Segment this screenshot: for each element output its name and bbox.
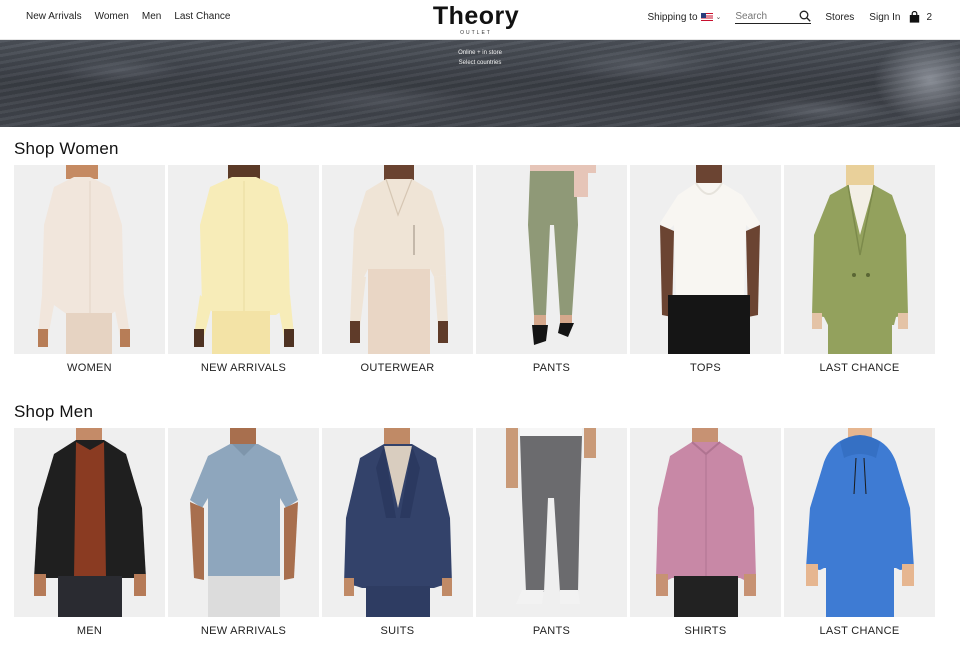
category-card-women-last-chance[interactable]: LAST CHANCE <box>784 165 935 374</box>
category-label: SUITS <box>380 625 415 637</box>
banner-line-2: Select countries <box>458 60 502 66</box>
category-card-men[interactable]: MEN <box>14 428 165 637</box>
category-image-men-new-arrivals <box>168 428 319 617</box>
category-image-women-new-arrivals <box>168 165 319 354</box>
nav-women[interactable]: Women <box>95 11 129 22</box>
category-card-suits[interactable]: SUITS <box>322 428 473 637</box>
category-card-outerwear[interactable]: OUTERWEAR <box>322 165 473 374</box>
logo-subtitle: OUTLET <box>460 30 492 36</box>
shipping-label: Shipping to <box>647 11 698 23</box>
category-card-men-pants[interactable]: PANTS <box>476 428 627 637</box>
category-image-men-pants <box>476 428 627 617</box>
category-image-women <box>14 165 165 354</box>
search-box <box>735 10 812 24</box>
banner-line-1: Online + in store <box>458 50 502 56</box>
category-label: TOPS <box>690 362 721 374</box>
shop-women-grid: WOMEN NEW ARRIVALS OUTERWEAR PANTS TOPS … <box>14 165 935 374</box>
site-header: New Arrivals Women Men Last Chance Theor… <box>0 0 960 40</box>
category-image-shirts <box>630 428 781 617</box>
category-label: NEW ARRIVALS <box>200 625 287 637</box>
category-card-men-new-arrivals[interactable]: NEW ARRIVALS <box>168 428 319 637</box>
category-image-women-pants <box>476 165 627 354</box>
shopping-bag-icon <box>910 11 920 23</box>
category-image-men-last-chance <box>784 428 935 617</box>
category-image-suits <box>322 428 473 617</box>
category-image-outerwear <box>322 165 473 354</box>
category-card-shirts[interactable]: SHIRTS <box>630 428 781 637</box>
shop-women-heading: Shop Women <box>14 139 119 158</box>
category-image-women-last-chance <box>784 165 935 354</box>
category-image-tops <box>630 165 781 354</box>
category-label: PANTS <box>532 362 571 374</box>
bag-count: 2 <box>926 11 932 23</box>
sign-in-link[interactable]: Sign In <box>869 12 900 23</box>
nav-men[interactable]: Men <box>142 11 161 22</box>
shop-men-heading: Shop Men <box>14 402 94 421</box>
category-card-women-new-arrivals[interactable]: NEW ARRIVALS <box>168 165 319 374</box>
category-label: LAST CHANCE <box>819 362 900 374</box>
search-input[interactable] <box>735 11 800 22</box>
category-card-women[interactable]: WOMEN <box>14 165 165 374</box>
shop-men-grid: MEN NEW ARRIVALS SUITS PANTS SHIRTS LAST… <box>14 428 935 637</box>
category-label: MEN <box>76 625 103 637</box>
category-label: SHIRTS <box>684 625 727 637</box>
nav-last-chance[interactable]: Last Chance <box>174 11 230 22</box>
us-flag-icon <box>700 13 713 21</box>
category-card-men-last-chance[interactable]: LAST CHANCE <box>784 428 935 637</box>
category-card-tops[interactable]: TOPS <box>630 165 781 374</box>
category-label: OUTERWEAR <box>360 362 435 374</box>
category-label: LAST CHANCE <box>819 625 900 637</box>
utility-nav: Shipping to ⌄ Stores Sign In 2 <box>647 10 932 24</box>
stores-link[interactable]: Stores <box>825 12 854 23</box>
hero-banner[interactable]: Online + in store Select countries <box>0 40 960 127</box>
nav-new-arrivals[interactable]: New Arrivals <box>26 11 82 22</box>
shipping-selector[interactable]: Shipping to ⌄ <box>647 12 721 23</box>
shopping-bag-button[interactable]: 2 <box>909 11 932 23</box>
search-icon[interactable] <box>799 10 812 22</box>
logo-wordmark: Theory <box>432 2 520 30</box>
category-image-men <box>14 428 165 617</box>
category-card-women-pants[interactable]: PANTS <box>476 165 627 374</box>
primary-nav: New Arrivals Women Men Last Chance <box>26 11 230 22</box>
category-label: WOMEN <box>67 362 112 374</box>
category-label: PANTS <box>532 625 571 637</box>
category-label: NEW ARRIVALS <box>200 362 287 374</box>
chevron-down-icon: ⌄ <box>715 14 722 21</box>
theory-outlet-logo[interactable]: Theory OUTLET <box>430 3 522 36</box>
